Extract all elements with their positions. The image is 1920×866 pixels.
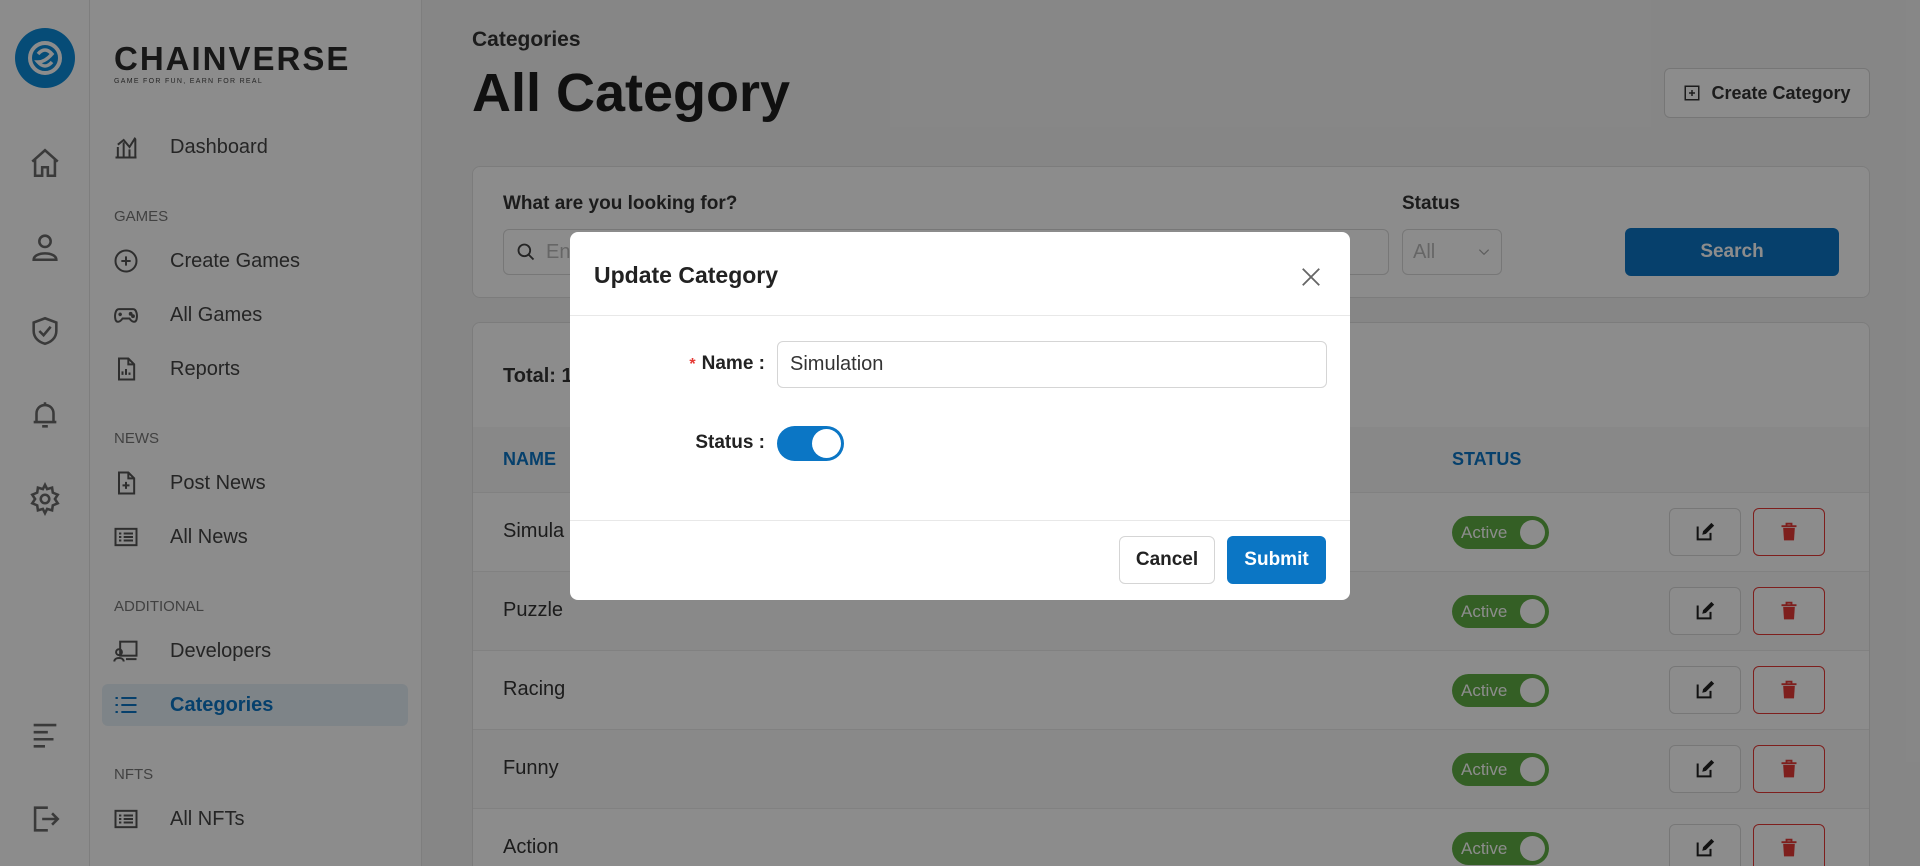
required-marker-icon: * — [689, 356, 696, 373]
dialog-title: Update Category — [594, 262, 779, 288]
dialog-header: Update Category — [570, 232, 1350, 316]
name-field-label: * Name : — [689, 353, 765, 374]
name-field-value: Simulation — [790, 353, 884, 375]
switch-knob — [812, 429, 841, 458]
status-switch[interactable] — [777, 426, 844, 461]
name-field[interactable]: Simulation — [777, 341, 1327, 388]
cancel-button[interactable]: Cancel — [1119, 536, 1215, 584]
close-icon[interactable] — [1300, 266, 1322, 288]
update-category-dialog: Update Category * Name : Simulation Statu… — [570, 232, 1350, 600]
submit-button[interactable]: Submit — [1227, 536, 1326, 584]
status-field-label: Status : — [695, 432, 765, 453]
